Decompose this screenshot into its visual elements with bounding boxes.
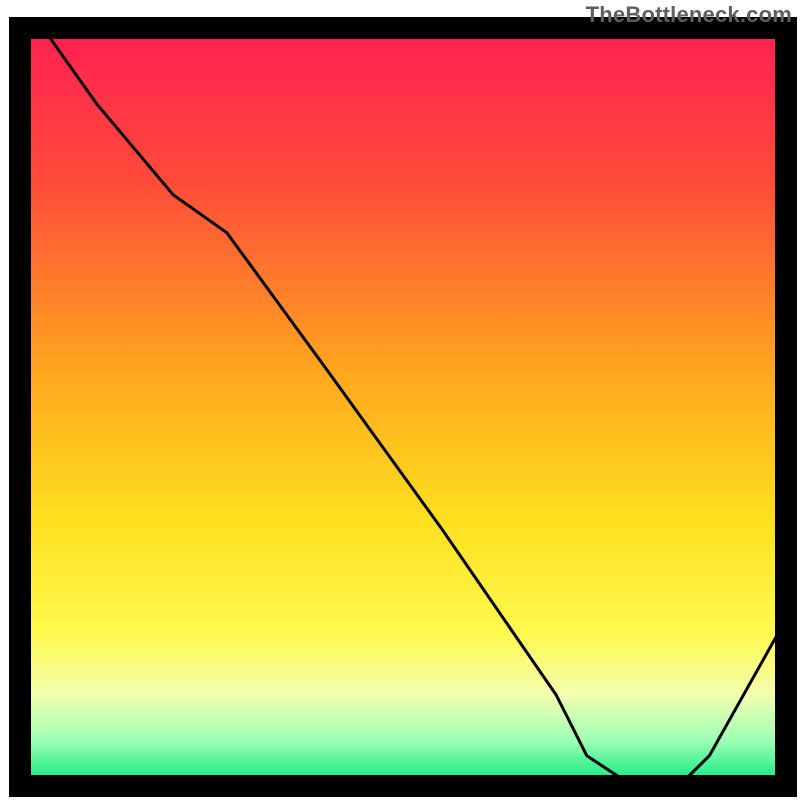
chart-frame: TheBottleneck.com: [0, 0, 800, 800]
bottleneck-chart: [0, 0, 800, 800]
gradient-background: [20, 28, 786, 786]
watermark-text: TheBottleneck.com: [586, 2, 792, 28]
